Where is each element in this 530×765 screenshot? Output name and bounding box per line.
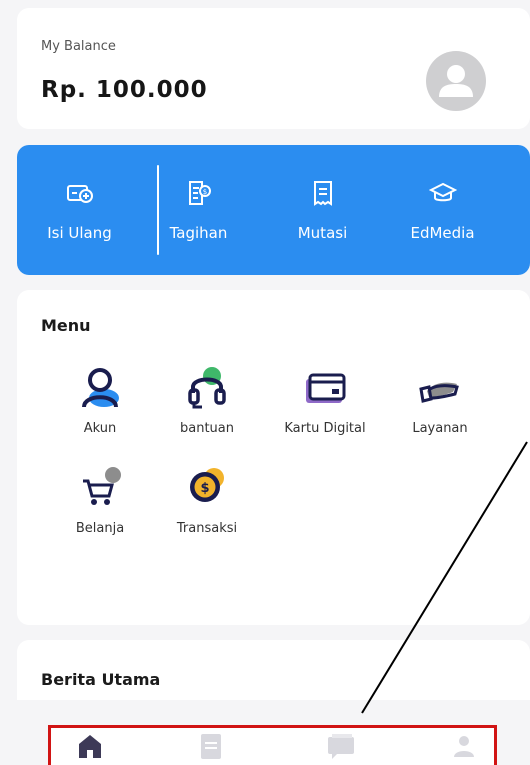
nav-home[interactable] [75, 732, 105, 760]
avatar[interactable] [426, 51, 486, 111]
profile-icon [454, 736, 474, 757]
menu-item-kartu-digital[interactable]: Kartu Digital [270, 365, 380, 436]
action-label: Mutasi [297, 224, 348, 242]
svg-text:$: $ [200, 481, 209, 496]
receipt-icon [313, 181, 332, 206]
user-icon [82, 368, 119, 408]
chat-icon [328, 734, 354, 759]
menu-card: Menu Akun bantuan Kartu Digital Layanan … [17, 290, 530, 625]
menu-item-label: Kartu Digital [284, 421, 366, 436]
home-icon [79, 735, 101, 758]
wallet-plus-icon [66, 185, 93, 203]
menu-item-label: Belanja [75, 521, 125, 536]
menu-item-label: Akun [83, 421, 117, 436]
action-label: Isi Ulang [47, 224, 112, 242]
menu-item-layanan[interactable]: Layanan [385, 365, 495, 436]
action-label: EdMedia [410, 224, 475, 242]
quick-action-bar: Isi Ulang $ Tagihan Mutasi EdMedia [17, 145, 530, 275]
menu-title: Menu [41, 316, 91, 335]
nav-chat[interactable] [326, 732, 356, 760]
hand-service-icon [419, 382, 459, 403]
menu-item-akun[interactable]: Akun [45, 365, 155, 436]
action-isi-ulang[interactable]: Isi Ulang [32, 167, 127, 242]
user-avatar-icon [439, 65, 473, 97]
menu-item-label: bantuan [180, 421, 234, 436]
card-icon [306, 373, 346, 403]
menu-item-belanja[interactable]: Belanja [45, 465, 155, 536]
action-mutasi[interactable]: Mutasi [275, 167, 370, 242]
news-title: Berita Utama [41, 670, 161, 689]
document-icon [201, 734, 221, 759]
balance-label: My Balance [41, 39, 116, 54]
menu-item-label: Layanan [412, 421, 468, 436]
graduation-cap-icon [428, 182, 457, 202]
balance-card: My Balance Rp. 100.000 [17, 8, 530, 129]
menu-item-label: Transaksi [176, 521, 238, 536]
cart-icon [83, 467, 121, 505]
bottom-nav [48, 725, 497, 765]
menu-item-transaksi[interactable]: $ Transaksi [152, 465, 262, 536]
news-section: Berita Utama [17, 640, 530, 700]
nav-profile[interactable] [449, 732, 479, 760]
action-label: Tagihan [169, 224, 228, 242]
bill-icon: $ [188, 181, 211, 205]
balance-amount: Rp. 100.000 [41, 77, 208, 103]
menu-item-bantuan[interactable]: bantuan [152, 365, 262, 436]
nav-document[interactable] [196, 732, 226, 760]
action-tagihan[interactable]: $ Tagihan [151, 167, 246, 242]
headset-icon [188, 367, 226, 409]
action-edmedia[interactable]: EdMedia [395, 167, 490, 242]
coin-icon: $ [190, 468, 224, 502]
svg-text:$: $ [202, 188, 206, 196]
